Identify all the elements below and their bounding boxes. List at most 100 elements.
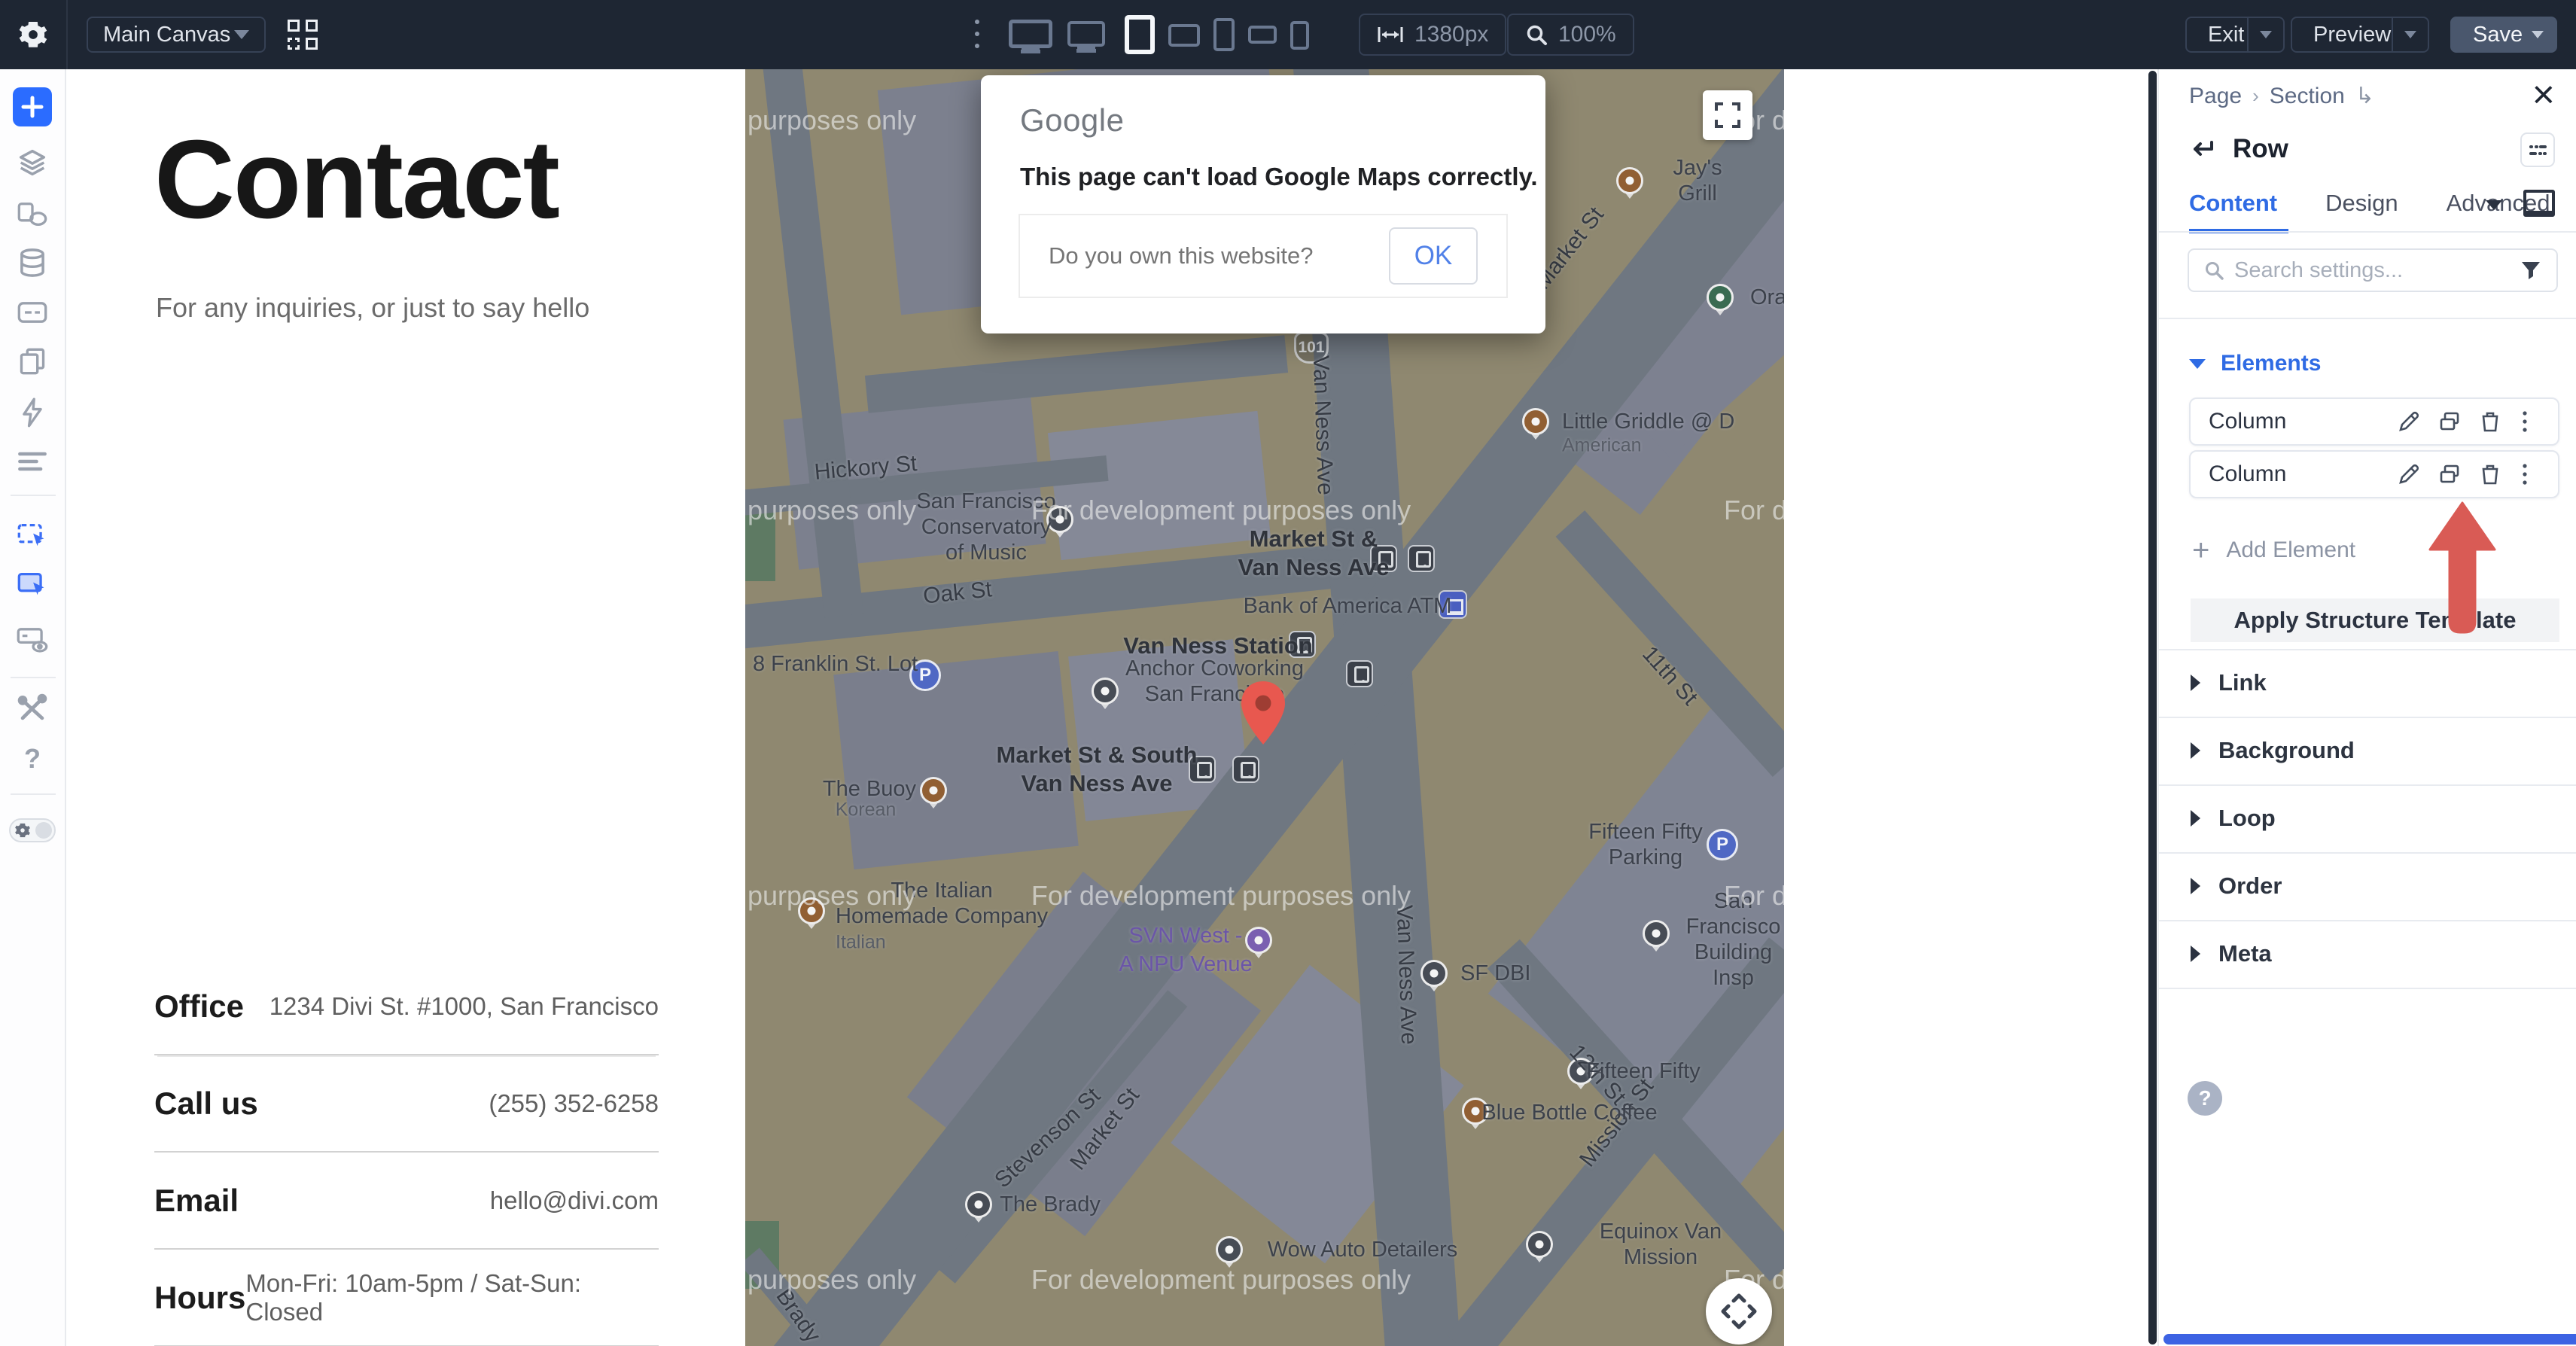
map-pin-transit bbox=[1346, 660, 1373, 687]
filter-icon[interactable] bbox=[2520, 260, 2541, 280]
panel-section-link[interactable]: Link bbox=[2159, 649, 2576, 717]
bottom-accent-bar bbox=[2163, 1334, 2576, 1344]
canvas-selector-dropdown[interactable]: Main Canvas bbox=[87, 17, 266, 53]
ok-button[interactable]: OK bbox=[1389, 227, 1478, 285]
map-label: Jay's Grill bbox=[1655, 155, 1741, 206]
panel-section-order[interactable]: Order bbox=[2159, 852, 2576, 920]
map-pin-brown bbox=[1522, 408, 1549, 435]
google-logo: Google bbox=[1020, 102, 1124, 139]
map-pin-dark bbox=[1420, 960, 1448, 987]
toggle-knob bbox=[35, 822, 52, 839]
select-section-icon[interactable] bbox=[17, 570, 48, 600]
design-assets-icon[interactable] bbox=[17, 199, 48, 229]
settings-toggle[interactable] bbox=[9, 818, 56, 842]
layers-icon[interactable] bbox=[17, 148, 47, 178]
frame-mode-icon[interactable] bbox=[2523, 190, 2555, 217]
zoom-field[interactable]: 100% bbox=[1507, 14, 1634, 56]
add-module-button[interactable] bbox=[13, 87, 52, 126]
section-label: Background bbox=[2218, 737, 2355, 764]
exit-dropdown[interactable] bbox=[2247, 17, 2283, 53]
panel-help-icon[interactable]: ? bbox=[2188, 1081, 2222, 1116]
kebab-menu-icon[interactable] bbox=[2510, 407, 2540, 437]
map-label: Italian bbox=[836, 932, 886, 954]
map-pin-dark bbox=[1643, 920, 1670, 947]
tools-icon[interactable] bbox=[17, 693, 47, 723]
edit-pencil-icon[interactable] bbox=[2394, 407, 2424, 437]
lightning-icon[interactable] bbox=[19, 397, 46, 428]
map-watermark: For development purposes only bbox=[1031, 880, 1411, 912]
gear-icon[interactable] bbox=[17, 18, 50, 51]
preview-button[interactable]: Preview bbox=[2291, 17, 2429, 53]
map-watermark: purposes only bbox=[748, 495, 916, 526]
elements-section-header[interactable]: Elements bbox=[2189, 351, 2321, 376]
tab-design[interactable]: Design bbox=[2325, 190, 2398, 217]
help-icon[interactable]: ? bbox=[24, 743, 41, 775]
back-arrow-icon[interactable] bbox=[2189, 138, 2216, 160]
tab-content[interactable]: Content bbox=[2189, 190, 2277, 217]
exit-label: Exit bbox=[2208, 23, 2247, 47]
trash-icon[interactable] bbox=[2475, 459, 2505, 489]
element-row-column-2[interactable]: Column bbox=[2189, 450, 2559, 498]
canvas-scrollbar[interactable] bbox=[2148, 71, 2157, 1344]
device-tablet-landscape-icon[interactable] bbox=[1168, 24, 1200, 47]
device-desktop-icon[interactable] bbox=[1009, 20, 1052, 48]
map-label: 8 Franklin St. Lot bbox=[753, 651, 918, 677]
add-element-label: Add Element bbox=[2226, 537, 2355, 563]
database-icon[interactable] bbox=[17, 248, 47, 278]
detail-row-hours: Hours Mon-Fri: 10am-5pm / Sat-Sun: Close… bbox=[154, 1250, 659, 1346]
panel-section-meta[interactable]: Meta bbox=[2159, 920, 2576, 988]
duplicate-icon[interactable] bbox=[2434, 407, 2465, 437]
kebab-menu-icon[interactable] bbox=[2510, 459, 2540, 489]
dock-handle-icon[interactable] bbox=[2520, 132, 2555, 167]
app-root: Main Canvas 1380px 100% Exit Preview bbox=[0, 0, 2576, 1346]
map-destination-pin[interactable] bbox=[1241, 681, 1285, 745]
select-module-icon[interactable] bbox=[17, 521, 48, 551]
detail-row-email: Email hello@divi.com bbox=[154, 1153, 659, 1250]
map-label: The Buoy bbox=[823, 776, 916, 802]
width-arrows-icon bbox=[1377, 26, 1404, 44]
chevron-separator-icon: › bbox=[2252, 84, 2259, 108]
map-pin-dark bbox=[965, 1191, 992, 1218]
map-pin-green bbox=[1707, 284, 1734, 311]
exit-button[interactable]: Exit bbox=[2185, 17, 2285, 53]
save-dropdown[interactable] bbox=[2532, 31, 2544, 38]
search-settings-input[interactable]: Search settings... bbox=[2188, 248, 2558, 292]
trash-icon[interactable] bbox=[2475, 407, 2505, 437]
top-toolbar: Main Canvas 1380px 100% Exit Preview bbox=[0, 0, 2576, 69]
device-phone-landscape-icon[interactable] bbox=[1248, 26, 1277, 44]
device-tablet-active-icon[interactable] bbox=[1125, 15, 1155, 54]
map-pan-button[interactable] bbox=[1706, 1278, 1772, 1344]
device-phone-icon[interactable] bbox=[1213, 18, 1235, 51]
chevron-right-icon bbox=[2191, 742, 2200, 759]
map-fullscreen-button[interactable] bbox=[1703, 90, 1752, 140]
device-desktop-small-icon[interactable] bbox=[1067, 21, 1105, 47]
apply-structure-template-button[interactable]: Apply Structure Template bbox=[2191, 598, 2559, 642]
duplicate-icon[interactable] bbox=[2434, 459, 2465, 489]
panel-section-background[interactable]: Background bbox=[2159, 717, 2576, 784]
sidebar-divider bbox=[11, 677, 56, 678]
section-label: Order bbox=[2218, 872, 2282, 900]
map-watermark: purposes only bbox=[748, 1264, 916, 1296]
save-button[interactable]: Save bbox=[2450, 17, 2557, 53]
device-phone-small-icon[interactable] bbox=[1290, 21, 1309, 50]
form-card-icon[interactable] bbox=[17, 300, 48, 325]
map-watermark: purposes only bbox=[748, 105, 916, 136]
add-element-button[interactable]: + Add Element bbox=[2192, 537, 2355, 563]
preview-dropdown[interactable] bbox=[2392, 17, 2428, 53]
copy-pages-icon[interactable] bbox=[18, 347, 47, 376]
left-sidebar: ? bbox=[0, 69, 66, 1346]
breadcrumb-page[interactable]: Page bbox=[2189, 84, 2242, 109]
element-row-column-1[interactable]: Column bbox=[2189, 397, 2559, 446]
close-icon[interactable]: × bbox=[2532, 75, 2555, 114]
canvas-width-field[interactable]: 1380px bbox=[1359, 14, 1506, 56]
server-preview-icon[interactable] bbox=[16, 625, 49, 653]
tabs-dropdown-icon[interactable] bbox=[2486, 200, 2502, 210]
map-label: Market St & South Van Ness Ave bbox=[997, 741, 1198, 798]
text-lines-icon[interactable] bbox=[17, 450, 47, 473]
map-watermark: For de bbox=[1724, 880, 1784, 912]
edit-pencil-icon[interactable] bbox=[2394, 459, 2424, 489]
more-options-icon[interactable] bbox=[975, 20, 979, 50]
breadcrumb-section[interactable]: Section bbox=[2270, 84, 2345, 109]
panel-section-loop[interactable]: Loop bbox=[2159, 784, 2576, 852]
layout-grid-icon[interactable] bbox=[288, 20, 318, 50]
